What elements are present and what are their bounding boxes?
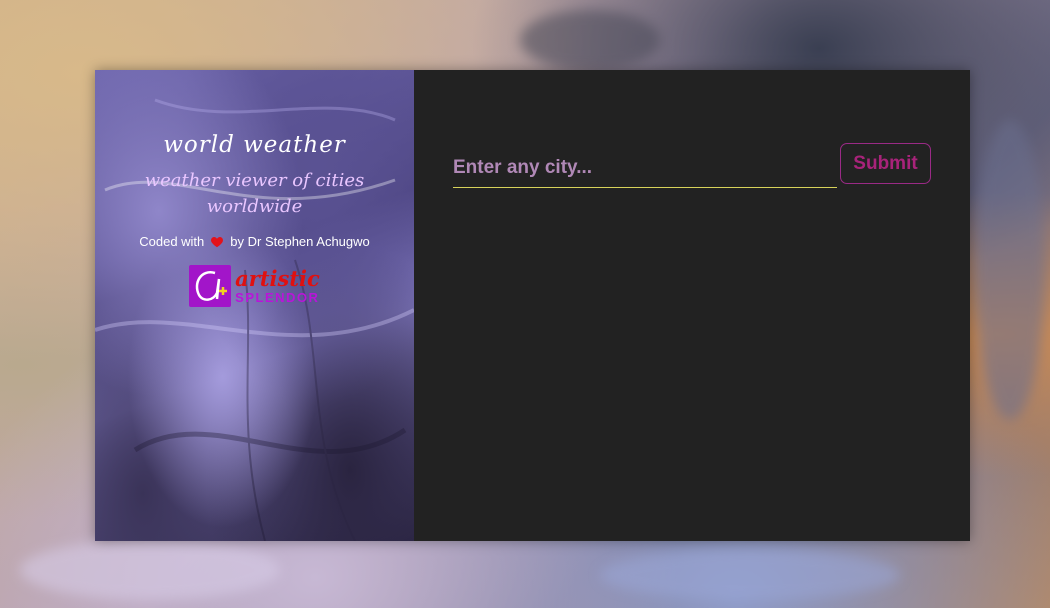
logo-mark-icon: [189, 265, 232, 307]
app-subtitle: weather viewer of cities worldwide: [144, 170, 365, 217]
submit-button[interactable]: Submit: [840, 143, 931, 184]
city-search-input[interactable]: [453, 148, 837, 188]
app-title: world weather: [163, 132, 346, 158]
city-search-form: Submit: [453, 143, 931, 188]
logo-word-artistic: artistic: [235, 266, 320, 291]
main-panel: Submit: [414, 70, 970, 541]
backdrop-stroke: [600, 550, 900, 600]
credit-line: Coded with by Dr Stephen Achugwo: [95, 234, 414, 249]
sidebar-content: world weather weather viewer of cities w…: [95, 70, 414, 307]
credit-suffix: by Dr Stephen Achugwo: [230, 234, 370, 249]
sidebar: world weather weather viewer of cities w…: [95, 70, 414, 541]
logo-word-splendor: SPLENDOR: [235, 290, 320, 305]
backdrop-stroke: [20, 540, 280, 600]
credit-prefix: Coded with: [139, 234, 205, 249]
logo-text: artistic SPLENDOR: [235, 268, 320, 304]
backdrop-stroke: [975, 120, 1045, 420]
artistic-splendor-logo: artistic SPLENDOR: [95, 265, 414, 307]
heart-icon: [210, 235, 224, 249]
backdrop-stroke: [520, 10, 660, 70]
weather-app-card: world weather weather viewer of cities w…: [95, 70, 970, 541]
